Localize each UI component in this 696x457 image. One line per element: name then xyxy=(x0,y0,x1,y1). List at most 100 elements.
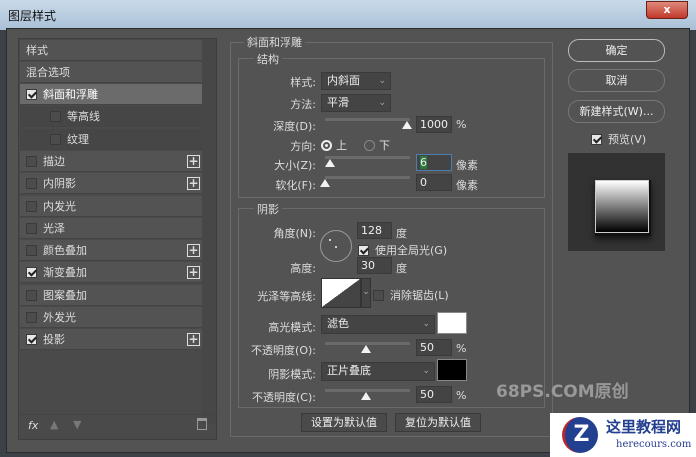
technique-label: 方法: xyxy=(290,98,316,111)
new-style-button[interactable]: 新建样式(W)... xyxy=(568,100,665,123)
logo-z-icon: Z xyxy=(562,417,598,453)
fx-button[interactable]: fx xyxy=(28,419,38,432)
depth-slider[interactable] xyxy=(325,118,410,121)
depth-slider-thumb[interactable] xyxy=(402,121,412,129)
shadow-mode-select[interactable]: 正片叠底 ⌄ xyxy=(321,362,435,381)
altitude-label: 高度: xyxy=(290,262,316,275)
style-item[interactable]: 投影 + xyxy=(20,329,202,351)
technique-select[interactable]: 平滑 ⌄ xyxy=(321,94,391,112)
checkbox-icon[interactable] xyxy=(26,312,37,323)
soften-slider-thumb[interactable] xyxy=(320,179,330,187)
direction-up-radio[interactable]: 上 xyxy=(321,137,347,153)
size-slider[interactable] xyxy=(325,156,410,159)
size-unit: 像素 xyxy=(456,159,478,172)
hl-opacity-unit: % xyxy=(456,342,467,355)
checkbox-icon[interactable] xyxy=(26,222,37,234)
add-icon[interactable]: + xyxy=(187,154,200,168)
checkbox-icon xyxy=(373,290,384,301)
reset-default-button[interactable]: 复位为默认值 xyxy=(395,413,481,432)
soften-slider[interactable] xyxy=(325,176,410,179)
size-value: 6 xyxy=(420,156,427,169)
highlight-mode-select[interactable]: 滤色 ⌄ xyxy=(321,315,435,334)
close-button[interactable]: x xyxy=(646,1,688,19)
style-item[interactable]: 纹理 xyxy=(20,128,202,150)
checkbox-icon[interactable] xyxy=(26,200,37,212)
direction-down-radio[interactable]: 下 xyxy=(364,137,390,153)
dial-center xyxy=(335,246,337,248)
shadow-color-swatch[interactable] xyxy=(437,359,467,381)
sh-opacity-thumb[interactable] xyxy=(361,392,371,400)
style-item[interactable]: 等高线 xyxy=(20,106,202,128)
altitude-input[interactable]: 30 xyxy=(357,257,392,274)
title-bar: 图层样式 xyxy=(0,0,696,30)
depth-label: 深度(D): xyxy=(273,120,316,133)
move-up-icon[interactable]: ▲ xyxy=(50,418,58,431)
add-icon[interactable]: + xyxy=(187,177,200,191)
highlight-mode-value: 滤色 xyxy=(327,317,349,330)
move-down-icon[interactable]: ▼ xyxy=(73,418,81,431)
style-item[interactable]: 内发光 xyxy=(20,195,202,217)
list-scrollbar[interactable] xyxy=(202,39,216,424)
watermark-cn: 这里教程网 xyxy=(606,418,682,436)
style-item-label: 外发光 xyxy=(43,311,76,324)
gloss-contour-preview[interactable] xyxy=(321,278,361,308)
style-item[interactable]: 光泽 xyxy=(20,217,202,239)
style-item[interactable]: 渐变叠加 + xyxy=(20,262,202,284)
style-item[interactable]: 图案叠加 xyxy=(20,284,202,306)
soften-input[interactable]: 0 xyxy=(416,174,452,191)
checkbox-icon[interactable] xyxy=(26,334,37,346)
chevron-down-icon: ⌄ xyxy=(378,98,386,108)
style-item[interactable]: 外发光 xyxy=(20,307,202,328)
window-title: 图层样式 xyxy=(8,9,57,23)
radio-icon xyxy=(364,140,375,151)
style-select[interactable]: 内斜面 ⌄ xyxy=(321,72,391,90)
style-item[interactable]: 颜色叠加 + xyxy=(20,240,202,262)
style-item-label: 投影 xyxy=(43,333,65,347)
add-icon[interactable]: + xyxy=(187,333,200,347)
ok-button[interactable]: 确定 xyxy=(568,39,665,62)
size-label: 大小(Z): xyxy=(274,159,316,172)
checkbox-icon[interactable] xyxy=(50,133,61,145)
chevron-down-icon: ⌄ xyxy=(422,366,430,376)
style-item[interactable]: 描边 + xyxy=(20,150,202,172)
style-item-label: 描边 xyxy=(43,154,65,168)
add-icon[interactable]: + xyxy=(187,266,200,280)
make-default-button[interactable]: 设置为默认值 xyxy=(301,413,387,432)
checkbox-icon[interactable] xyxy=(26,245,37,257)
style-value: 内斜面 xyxy=(327,74,360,87)
highlight-color-swatch[interactable] xyxy=(437,312,467,334)
checkbox-icon[interactable] xyxy=(26,289,37,301)
checkbox-icon[interactable] xyxy=(26,155,37,167)
watermark-68ps: 68PS.COM原创 xyxy=(496,382,629,402)
antialias-checkbox[interactable]: 消除锯齿(L) xyxy=(373,287,449,303)
cancel-button[interactable]: 取消 xyxy=(568,69,665,92)
depth-input[interactable]: 1000 xyxy=(416,116,452,133)
angle-unit: 度 xyxy=(396,227,407,240)
checkbox-icon[interactable] xyxy=(26,267,37,279)
dir-up-label: 上 xyxy=(336,139,347,152)
hl-opacity-thumb[interactable] xyxy=(361,345,371,353)
angle-dial[interactable] xyxy=(320,230,352,262)
global-light-checkbox[interactable]: 使用全局光(G) xyxy=(358,242,447,258)
sh-opacity-label: 不透明度(C): xyxy=(252,391,316,404)
checkbox-icon[interactable] xyxy=(50,111,61,123)
checkbox-icon[interactable] xyxy=(26,178,37,190)
blend-options[interactable]: 混合选项 xyxy=(20,62,202,83)
angle-label: 角度(N): xyxy=(273,227,316,240)
watermark-logo: Z 这里教程网 herecours.com xyxy=(550,413,696,457)
angle-input[interactable]: 128 xyxy=(357,222,392,239)
checkbox-icon xyxy=(358,245,369,256)
add-icon[interactable]: + xyxy=(187,244,200,258)
size-input[interactable]: 6 xyxy=(416,154,452,171)
style-item[interactable]: 内阴影 + xyxy=(20,173,202,195)
trash-icon[interactable] xyxy=(197,418,207,430)
hl-opacity-input[interactable]: 50 xyxy=(416,339,452,356)
style-item[interactable]: 斜面和浮雕 xyxy=(20,84,202,105)
styles-header[interactable]: 样式 xyxy=(20,40,202,61)
checkbox-icon[interactable] xyxy=(26,89,37,100)
preview-checkbox[interactable]: 预览(V) xyxy=(591,131,646,147)
size-slider-thumb[interactable] xyxy=(325,159,335,167)
gloss-contour-dropdown[interactable]: ⌄ xyxy=(361,278,371,308)
depth-unit: % xyxy=(456,118,467,131)
sh-opacity-input[interactable]: 50 xyxy=(416,386,452,403)
